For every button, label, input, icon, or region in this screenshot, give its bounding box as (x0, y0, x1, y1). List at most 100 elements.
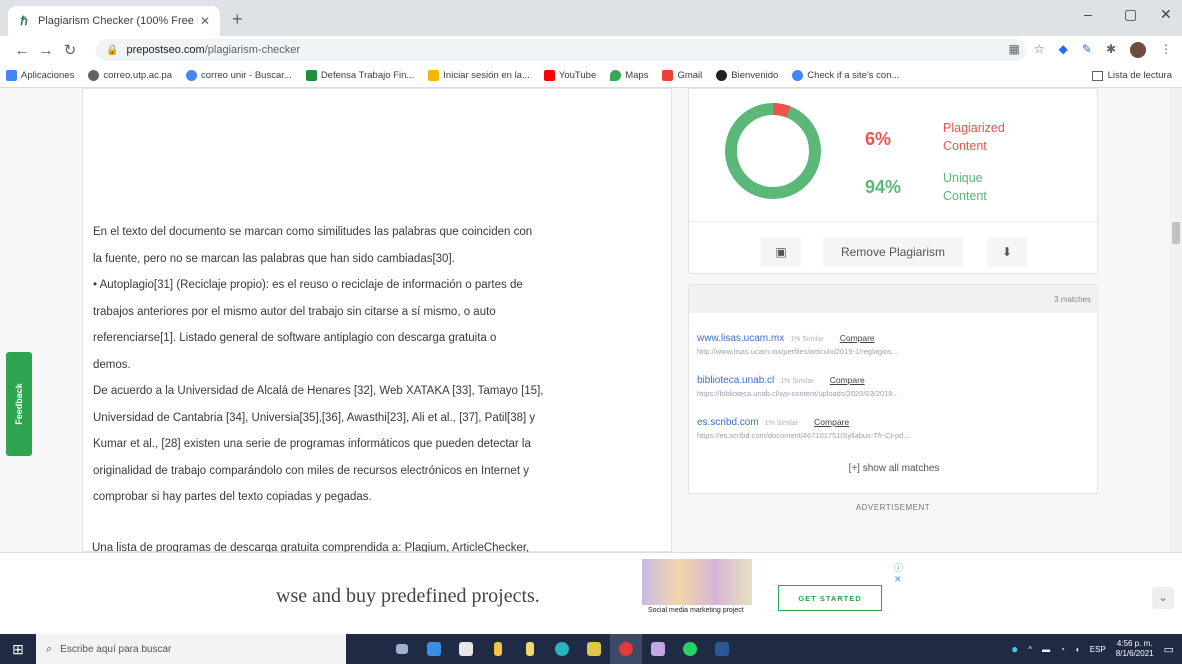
extension-2-icon[interactable]: ✎ (1082, 42, 1092, 58)
compare-link[interactable]: Compare (840, 333, 875, 343)
browser-tab[interactable]: ℏ Plagiarism Checker (100% Free Pl ✕ (8, 6, 220, 36)
windows-start-icon[interactable]: ⊞ (0, 641, 36, 658)
bookmark-item[interactable]: Maps (610, 70, 648, 81)
url-path: /plagiarism-checker (204, 44, 301, 56)
word-icon[interactable] (706, 634, 738, 664)
dropbox-icon[interactable] (578, 634, 610, 664)
address-bar[interactable]: 🔒 prepostseo.com/plagiarism-checker (96, 39, 1026, 61)
ad-cta-button[interactable]: GET STARTED (778, 585, 882, 611)
weather-icon[interactable]: ● (1011, 642, 1018, 656)
ad-close-icon[interactable]: ⓘ ✕ (894, 561, 906, 585)
match-source-url[interactable]: http://www.lisas.ucam.mx/perfiles/articu… (697, 347, 977, 356)
feedback-tab[interactable]: Feedback (6, 352, 32, 456)
new-tab-button[interactable]: + (232, 9, 243, 30)
google-icon (792, 70, 804, 81)
task-view-icon[interactable] (386, 634, 418, 664)
gmail-icon (662, 70, 674, 81)
bookmark-star-icon[interactable]: ☆ (1034, 42, 1045, 58)
notification-icon[interactable]: ▭ (1164, 643, 1174, 656)
document-line: Kumar et al., [28] existen una serie de … (93, 438, 531, 450)
whatsapp-icon[interactable] (674, 634, 706, 664)
chrome-icon[interactable] (610, 634, 642, 664)
globe-icon (88, 70, 100, 81)
plagiarized-label-line2: Content (943, 139, 987, 153)
ad-collapse-icon[interactable]: ⌄ (1152, 587, 1174, 609)
menu-kebab-icon[interactable]: ⋮ (1160, 42, 1172, 58)
page-scrollbar[interactable] (1170, 88, 1182, 552)
extension-icon[interactable]: ◆ (1059, 42, 1068, 58)
file-explorer-icon[interactable] (450, 634, 482, 664)
bookmark-item[interactable]: YouTube (543, 70, 596, 81)
windows-taskbar: ⊞ ⌕ Escribe aquí para buscar ● ^ ▬ ◔ ◖ E… (0, 634, 1182, 664)
match-domain[interactable]: www.lisas.ucam.mx (697, 333, 784, 344)
match-item: biblioteca.unab.cl 1% Similar Compare http… (697, 375, 1087, 398)
document-icon (305, 70, 317, 81)
reload-icon[interactable]: ↻ (58, 41, 82, 59)
chevron-up-icon[interactable]: ^ (1028, 645, 1032, 654)
bookmark-item[interactable]: Aplicaciones (6, 70, 74, 81)
divider (689, 221, 1099, 222)
lang-indicator[interactable]: ESP (1090, 645, 1106, 654)
download-button[interactable]: ⬇ (987, 237, 1027, 267)
tab-strip: ℏ Plagiarism Checker (100% Free Pl ✕ + –… (0, 0, 1182, 36)
bookmark-item[interactable]: Iniciar sesión en la... (428, 70, 530, 81)
bookmark-label: Bienvenido (731, 70, 779, 81)
taskbar-search[interactable]: ⌕ Escribe aquí para buscar (36, 634, 346, 664)
apps-icon (6, 70, 17, 81)
feedback-label: Feedback (14, 383, 24, 425)
remove-plagiarism-button[interactable]: Remove Plagiarism (823, 237, 963, 267)
battery-icon[interactable]: ▬ (1042, 645, 1050, 654)
back-arrow-icon[interactable]: ← (10, 42, 34, 59)
taskbar-clock[interactable]: 4:56 p. m. 8/1/6/2021 (1116, 639, 1154, 659)
bookmark-label: Maps (625, 70, 649, 81)
reading-list-icon (1091, 70, 1103, 81)
bookmark-item[interactable]: Gmail (662, 70, 702, 81)
bookmark-item[interactable]: Check if a site's con... (792, 70, 899, 81)
bookmark-item[interactable]: correo unir - Buscar... (186, 70, 292, 81)
remove-plagiarism-label: Remove Plagiarism (840, 245, 946, 259)
bookmark-label: correo.utp.ac.pa (103, 70, 172, 81)
bookmark-item[interactable]: Defensa Trabajo Fin... (305, 70, 414, 81)
compare-link[interactable]: Compare (830, 375, 865, 385)
dollar-app-icon[interactable] (514, 634, 546, 664)
profile-avatar[interactable] (1130, 42, 1146, 58)
bookmark-label: Iniciar sesión en la... (443, 70, 530, 81)
translate-icon[interactable]: ▦ (1009, 42, 1020, 58)
scrollbar-thumb[interactable] (1172, 222, 1180, 244)
document-line: demos. (93, 358, 131, 371)
microsoft-icon (428, 70, 440, 81)
show-all-matches-link[interactable]: [+] show all matches (689, 463, 1099, 474)
volume-icon[interactable]: ◖ (1075, 645, 1080, 654)
network-icon[interactable]: ◔ (1060, 645, 1065, 654)
maximize-button[interactable]: ▢ (1124, 6, 1137, 23)
match-domain[interactable]: es.scribd.com (697, 417, 759, 428)
bookmark-item[interactable]: Bienvenido (716, 70, 778, 81)
ad-content[interactable]: wse and buy predefined projects. Social … (276, 557, 906, 631)
match-similarity: 1% Similar (764, 420, 799, 427)
tab-close-icon[interactable]: ✕ (198, 14, 212, 28)
download-icon: ⬇ (1001, 245, 1013, 259)
forward-arrow-icon[interactable]: → (34, 42, 58, 59)
match-item: es.scribd.com 1% Similar Compare https://e… (697, 417, 1087, 440)
matches-card: 3 matches www.lisas.ucam.mx 1% Similar Com… (688, 284, 1099, 494)
reading-list[interactable]: Lista de lectura (1091, 70, 1172, 81)
bookmark-item[interactable]: correo.utp.ac.pa (88, 70, 172, 81)
lightning-app-icon[interactable] (482, 634, 514, 664)
minimize-button[interactable]: – (1084, 6, 1092, 22)
ad-image-caption: Social media marketing project (648, 607, 744, 614)
match-source-url[interactable]: https://es.scribd.com/document/467101751… (697, 431, 977, 440)
document-line: la fuente, pero no se marcan las palabra… (93, 252, 455, 265)
app-icon[interactable] (642, 634, 674, 664)
system-tray: ● ^ ▬ ◔ ◖ ESP 4:56 p. m. 8/1/6/2021 ▭ (1011, 634, 1174, 664)
store-icon[interactable] (418, 634, 450, 664)
window-close-button[interactable]: ✕ (1160, 6, 1172, 23)
puzzle-icon[interactable]: ✱ (1106, 42, 1116, 58)
compare-link[interactable]: Compare (814, 417, 849, 427)
match-source-url[interactable]: https://biblioteca.unab.cl/wp-content/up… (697, 389, 977, 398)
plagiarized-percent: 6% (865, 129, 892, 149)
edge-icon[interactable] (546, 634, 578, 664)
url-domain: prepostseo.com (126, 44, 205, 56)
match-domain[interactable]: biblioteca.unab.cl (697, 375, 774, 386)
toolbar-icons: ▦ ☆ ◆ ✎ ✱ ⋮ (1009, 42, 1172, 58)
copy-button[interactable]: ▣ (761, 237, 801, 267)
